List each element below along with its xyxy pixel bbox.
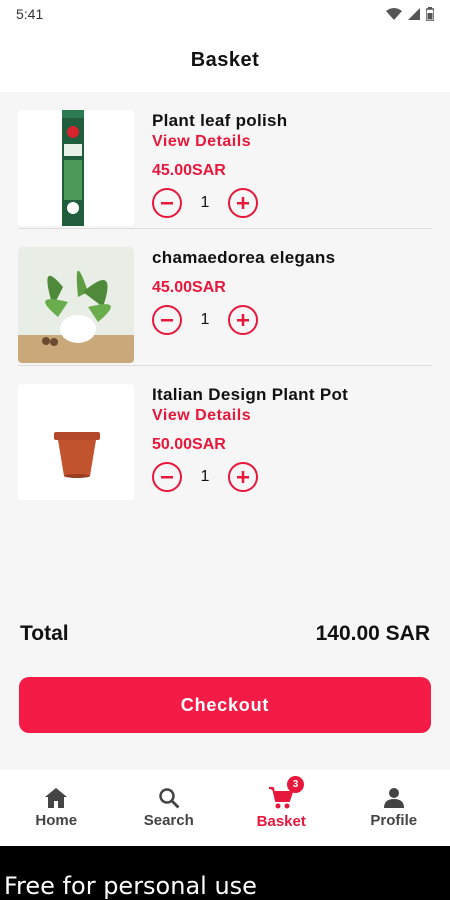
product-name[interactable]: chamaedorea elegans <box>152 247 432 269</box>
product-price: 45.00SAR <box>152 279 226 296</box>
nav-home-label: Home <box>35 812 78 829</box>
quantity-stepper: 1 <box>152 187 432 219</box>
nav-profile[interactable]: Profile <box>338 770 450 846</box>
plus-icon[interactable] <box>228 188 258 218</box>
total-label: Total <box>20 622 69 645</box>
product-image[interactable] <box>18 247 134 363</box>
profile-icon <box>383 788 404 808</box>
product-name[interactable]: Italian Design Plant Pot <box>152 384 432 406</box>
quantity-stepper: 1 <box>152 461 432 493</box>
basket-item: Italian Design Plant Pot View Details 50… <box>18 366 432 503</box>
status-time: 5:41 <box>16 6 44 22</box>
quantity-value: 1 <box>200 311 210 328</box>
status-bar: 5:41 <box>0 0 450 28</box>
page-title: Basket <box>190 48 260 71</box>
product-name[interactable]: Plant leaf polish <box>152 110 432 132</box>
total-row: Total 140.00 SAR <box>20 622 430 646</box>
plus-icon[interactable] <box>228 305 258 335</box>
minus-icon[interactable] <box>152 462 182 492</box>
footer-banner: Free for personal use <box>0 846 450 900</box>
basket-item: Plant leaf polish View Details 45.00SAR … <box>18 92 432 229</box>
total-value: 140.00 SAR <box>315 622 430 645</box>
minus-icon[interactable] <box>152 188 182 218</box>
nav-search[interactable]: Search <box>113 770 226 846</box>
signal-icon <box>408 8 420 20</box>
product-price: 45.00SAR <box>152 162 226 179</box>
nav-home[interactable]: Home <box>0 770 113 846</box>
nav-basket[interactable]: 3 Basket <box>225 770 338 846</box>
quantity-stepper: 1 <box>152 304 432 336</box>
wifi-icon <box>386 8 402 20</box>
nav-basket-label: Basket <box>256 813 306 830</box>
quantity-value: 1 <box>200 468 210 485</box>
basket-list: Plant leaf polish View Details 45.00SAR … <box>0 92 450 503</box>
product-image[interactable] <box>18 384 134 500</box>
search-icon <box>159 788 180 809</box>
quantity-value: 1 <box>200 194 210 211</box>
checkout-button[interactable]: Checkout <box>19 677 431 733</box>
header: Basket <box>0 28 450 92</box>
plus-icon[interactable] <box>228 462 258 492</box>
product-image[interactable] <box>18 110 134 226</box>
view-details-link[interactable]: View Details <box>152 406 432 426</box>
battery-icon <box>426 7 434 21</box>
product-price: 50.00SAR <box>152 436 226 453</box>
minus-icon[interactable] <box>152 305 182 335</box>
home-icon <box>45 788 68 808</box>
status-icons <box>386 7 434 21</box>
basket-item: chamaedorea elegans 45.00SAR 1 <box>18 229 432 366</box>
basket-badge: 3 <box>287 776 304 793</box>
bottom-nav: Home Search 3 Basket Profile <box>0 770 450 846</box>
view-details-link[interactable]: View Details <box>152 132 432 152</box>
nav-search-label: Search <box>143 812 194 829</box>
nav-profile-label: Profile <box>370 812 418 829</box>
footer-text: Free for personal use <box>4 872 257 900</box>
